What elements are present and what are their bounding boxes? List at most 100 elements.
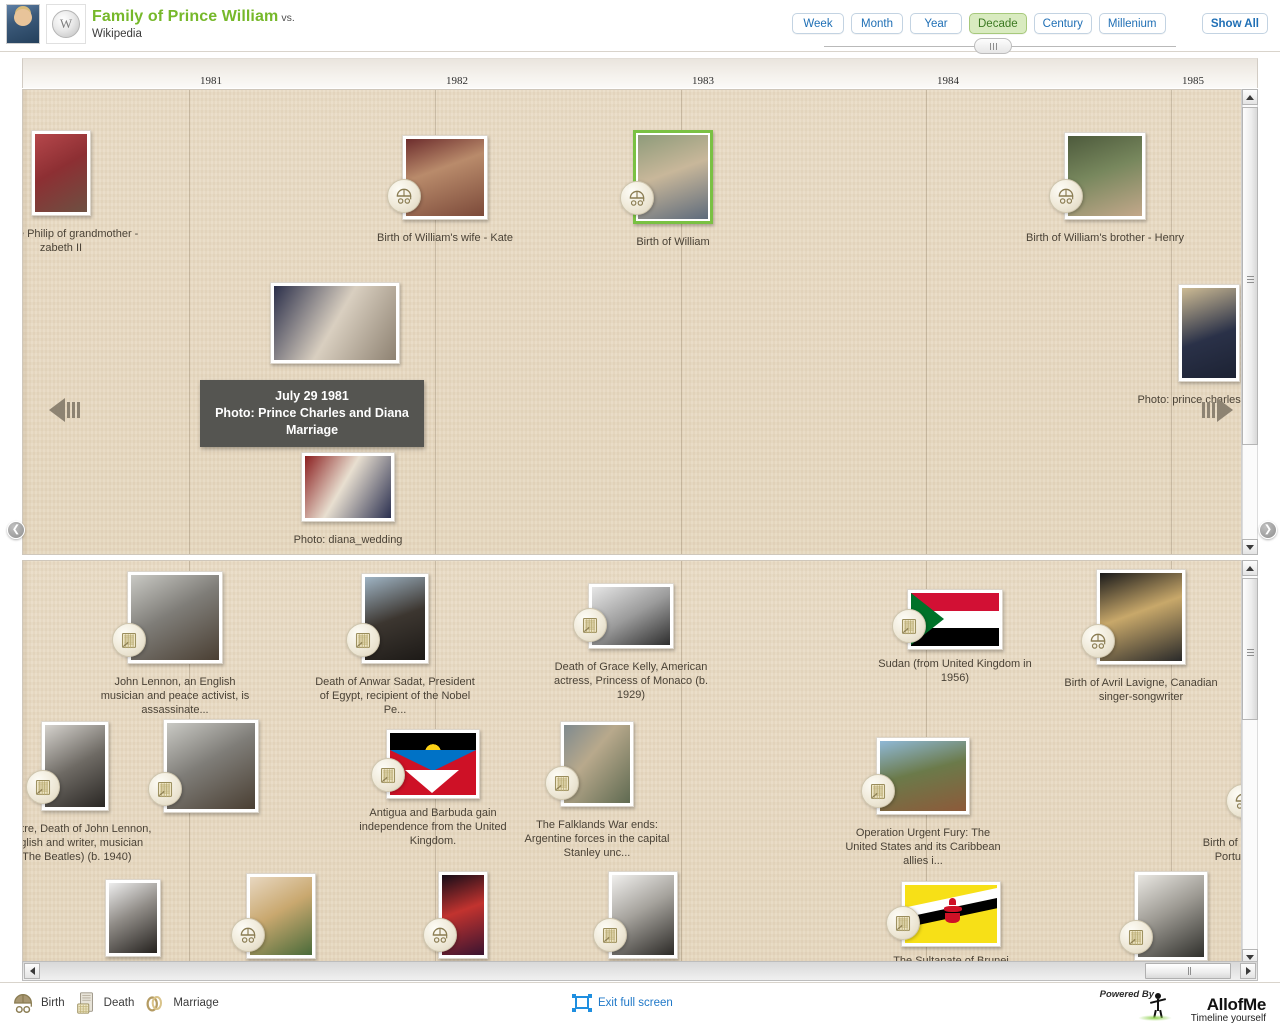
- tombstone-icon: [892, 609, 926, 643]
- scroll-up-button-bottom[interactable]: [1242, 560, 1258, 576]
- tombstone-icon: [371, 758, 405, 792]
- ruler-year-label: 1981: [200, 75, 222, 87]
- event-thumbnail[interactable]: [246, 873, 316, 959]
- timeline-event[interactable]: Death of Indira Gandhi, Prime...: [1091, 871, 1251, 965]
- prev-page-button[interactable]: ❮: [7, 521, 25, 539]
- legend-item-death[interactable]: Death: [73, 990, 135, 1016]
- scale-button-decade[interactable]: Decade: [969, 13, 1027, 34]
- timeline-event[interactable]: Birth of Avril Lavigne, Canadian singer-…: [1061, 569, 1221, 704]
- tombstone-icon: [112, 623, 146, 657]
- ruler-year-label: 1985: [1182, 75, 1204, 87]
- scroll-down-button[interactable]: [1242, 539, 1258, 555]
- timeline-event[interactable]: Photo: diana_wedding: [268, 452, 428, 547]
- timeline-event[interactable]: Birth of William's wife - Kate: [365, 135, 525, 245]
- event-thumbnail[interactable]: [633, 130, 713, 224]
- event-caption: The Falklands War ends: Argentine forces…: [517, 818, 677, 860]
- pram-icon: [387, 179, 421, 213]
- pram-icon: [620, 181, 654, 215]
- next-page-button[interactable]: ❯: [1259, 521, 1277, 539]
- allofme-brand[interactable]: Powered By AllofMe Timeline yourself: [1092, 985, 1272, 1024]
- event-thumbnail[interactable]: [163, 719, 259, 813]
- pram-icon: [1049, 179, 1083, 213]
- event-thumbnail[interactable]: [588, 583, 674, 649]
- exit-fullscreen-button[interactable]: Exit full screen: [572, 994, 673, 1012]
- app-footer: Birth Death Marriage Exit full screen Powe…: [0, 982, 1280, 1024]
- timeline-event[interactable]: n Prince Philip of grandmother - zabeth …: [22, 130, 141, 255]
- rings-icon: [142, 990, 168, 1016]
- hscroll-left-button[interactable]: [24, 963, 40, 979]
- timeline-event[interactable]: The Sultanate of Brunei becomes independ…: [871, 881, 1031, 965]
- timeline-event[interactable]: Birth of William: [593, 130, 753, 249]
- event-thumbnail[interactable]: [907, 589, 1003, 650]
- timeline-hscrollbar[interactable]: [22, 961, 1258, 981]
- timeline-event[interactable]: Th...: [53, 879, 213, 965]
- event-thumbnail[interactable]: [361, 573, 429, 664]
- event-image: [109, 883, 157, 953]
- scale-button-millenium[interactable]: Millenium: [1099, 13, 1166, 34]
- timeline-event[interactable]: Operation Urgent Fury: The United States…: [843, 737, 1003, 868]
- timeline-ruler[interactable]: 19811982198319841985: [22, 58, 1258, 88]
- timeline-event[interactable]: Birth of William's brother - Henry: [1025, 132, 1185, 245]
- event-caption: Operation Urgent Fury: The United States…: [843, 826, 1003, 868]
- zoom-slider-handle[interactable]: [974, 38, 1012, 54]
- event-thumbnail[interactable]: [386, 729, 480, 799]
- event-thumbnail[interactable]: [1096, 569, 1186, 665]
- event-caption: Antigua and Barbuda gain independence fr…: [353, 806, 513, 848]
- vscroll-thumb-bottom[interactable]: [1242, 578, 1258, 720]
- event-thumbnail[interactable]: [608, 871, 678, 959]
- timeline-event[interactable]: [131, 719, 291, 818]
- scroll-up-button[interactable]: [1242, 89, 1258, 105]
- legend-item-marriage[interactable]: Marriage: [142, 990, 218, 1016]
- timeline-event[interactable]: [255, 282, 415, 369]
- legend-item-birth[interactable]: Birth: [10, 990, 65, 1016]
- scale-button-century[interactable]: Century: [1034, 13, 1092, 34]
- hscroll-right-button[interactable]: [1240, 963, 1256, 979]
- scale-button-month[interactable]: Month: [851, 13, 903, 34]
- timeline-event[interactable]: The Falklands War ends: Argentine forces…: [517, 721, 677, 860]
- timeline-event[interactable]: Death of Anwar Sadat, President of Egypt…: [315, 573, 475, 717]
- timeline-event[interactable]: Sudan (from United Kingdom in 1956): [875, 589, 1035, 685]
- wikipedia-source-icon[interactable]: W: [46, 4, 86, 44]
- event-thumbnail[interactable]: [560, 721, 634, 807]
- scroll-right-arrow[interactable]: [1195, 396, 1239, 424]
- show-all-button[interactable]: Show All: [1202, 13, 1268, 34]
- timeline-event[interactable]: Antigua and Barbuda gain independence fr…: [353, 729, 513, 848]
- brand-name: AllofMe: [1207, 995, 1266, 1015]
- event-thumbnail[interactable]: [127, 571, 223, 664]
- event-thumbnail[interactable]: [438, 871, 488, 959]
- timeline-event[interactable]: Death of Grace Kelly, American actress, …: [551, 583, 711, 702]
- event-thumbnail[interactable]: [1178, 284, 1240, 382]
- event-caption: n Prince Philip of grandmother - zabeth …: [22, 227, 141, 255]
- personal-timeline-panel[interactable]: n Prince Philip of grandmother - zabeth …: [22, 89, 1258, 555]
- world-events-panel[interactable]: John Lennon, an English musician and pea…: [22, 560, 1258, 965]
- timeline-event[interactable]: Death of Ingrid Bergman...: [563, 871, 723, 965]
- scale-button-year[interactable]: Year: [910, 13, 962, 34]
- event-thumbnail[interactable]: [270, 282, 400, 364]
- scroll-left-arrow[interactable]: [43, 396, 87, 424]
- event-caption: John Lennon, an English musician and pea…: [95, 675, 255, 717]
- timeline-event[interactable]: John Lennon, an English musician and pea…: [95, 571, 255, 717]
- subject-thumbnail[interactable]: [6, 4, 40, 44]
- zoom-slider[interactable]: [824, 38, 1176, 54]
- event-thumbnail[interactable]: [1064, 132, 1146, 220]
- event-image: [1182, 288, 1236, 378]
- top-panel-vscrollbar[interactable]: [1241, 89, 1258, 555]
- bottom-panel-vscrollbar[interactable]: [1241, 560, 1258, 965]
- hscroll-thumb[interactable]: [1145, 963, 1231, 979]
- event-thumbnail[interactable]: [901, 881, 1001, 947]
- timeline-event[interactable]: Birth of Paris Hilton, American...: [201, 873, 361, 965]
- timeline-event[interactable]: Birth of Britney Spears...: [383, 871, 543, 965]
- timeline-event[interactable]: Photo: prince charles - young: [1129, 284, 1258, 407]
- page-title: Family of Prince William: [92, 8, 278, 25]
- event-thumbnail[interactable]: [31, 130, 91, 216]
- event-thumbnail[interactable]: [876, 737, 970, 815]
- event-thumbnail[interactable]: [301, 452, 395, 522]
- tombstone-icon: [26, 770, 60, 804]
- event-thumbnail[interactable]: [105, 879, 161, 957]
- event-thumbnail[interactable]: [41, 721, 109, 811]
- scale-button-week[interactable]: Week: [792, 13, 844, 34]
- event-type-legend: Birth Death Marriage: [10, 990, 219, 1016]
- vscroll-thumb[interactable]: [1242, 107, 1258, 445]
- event-thumbnail[interactable]: [402, 135, 488, 220]
- event-thumbnail[interactable]: [1134, 871, 1208, 961]
